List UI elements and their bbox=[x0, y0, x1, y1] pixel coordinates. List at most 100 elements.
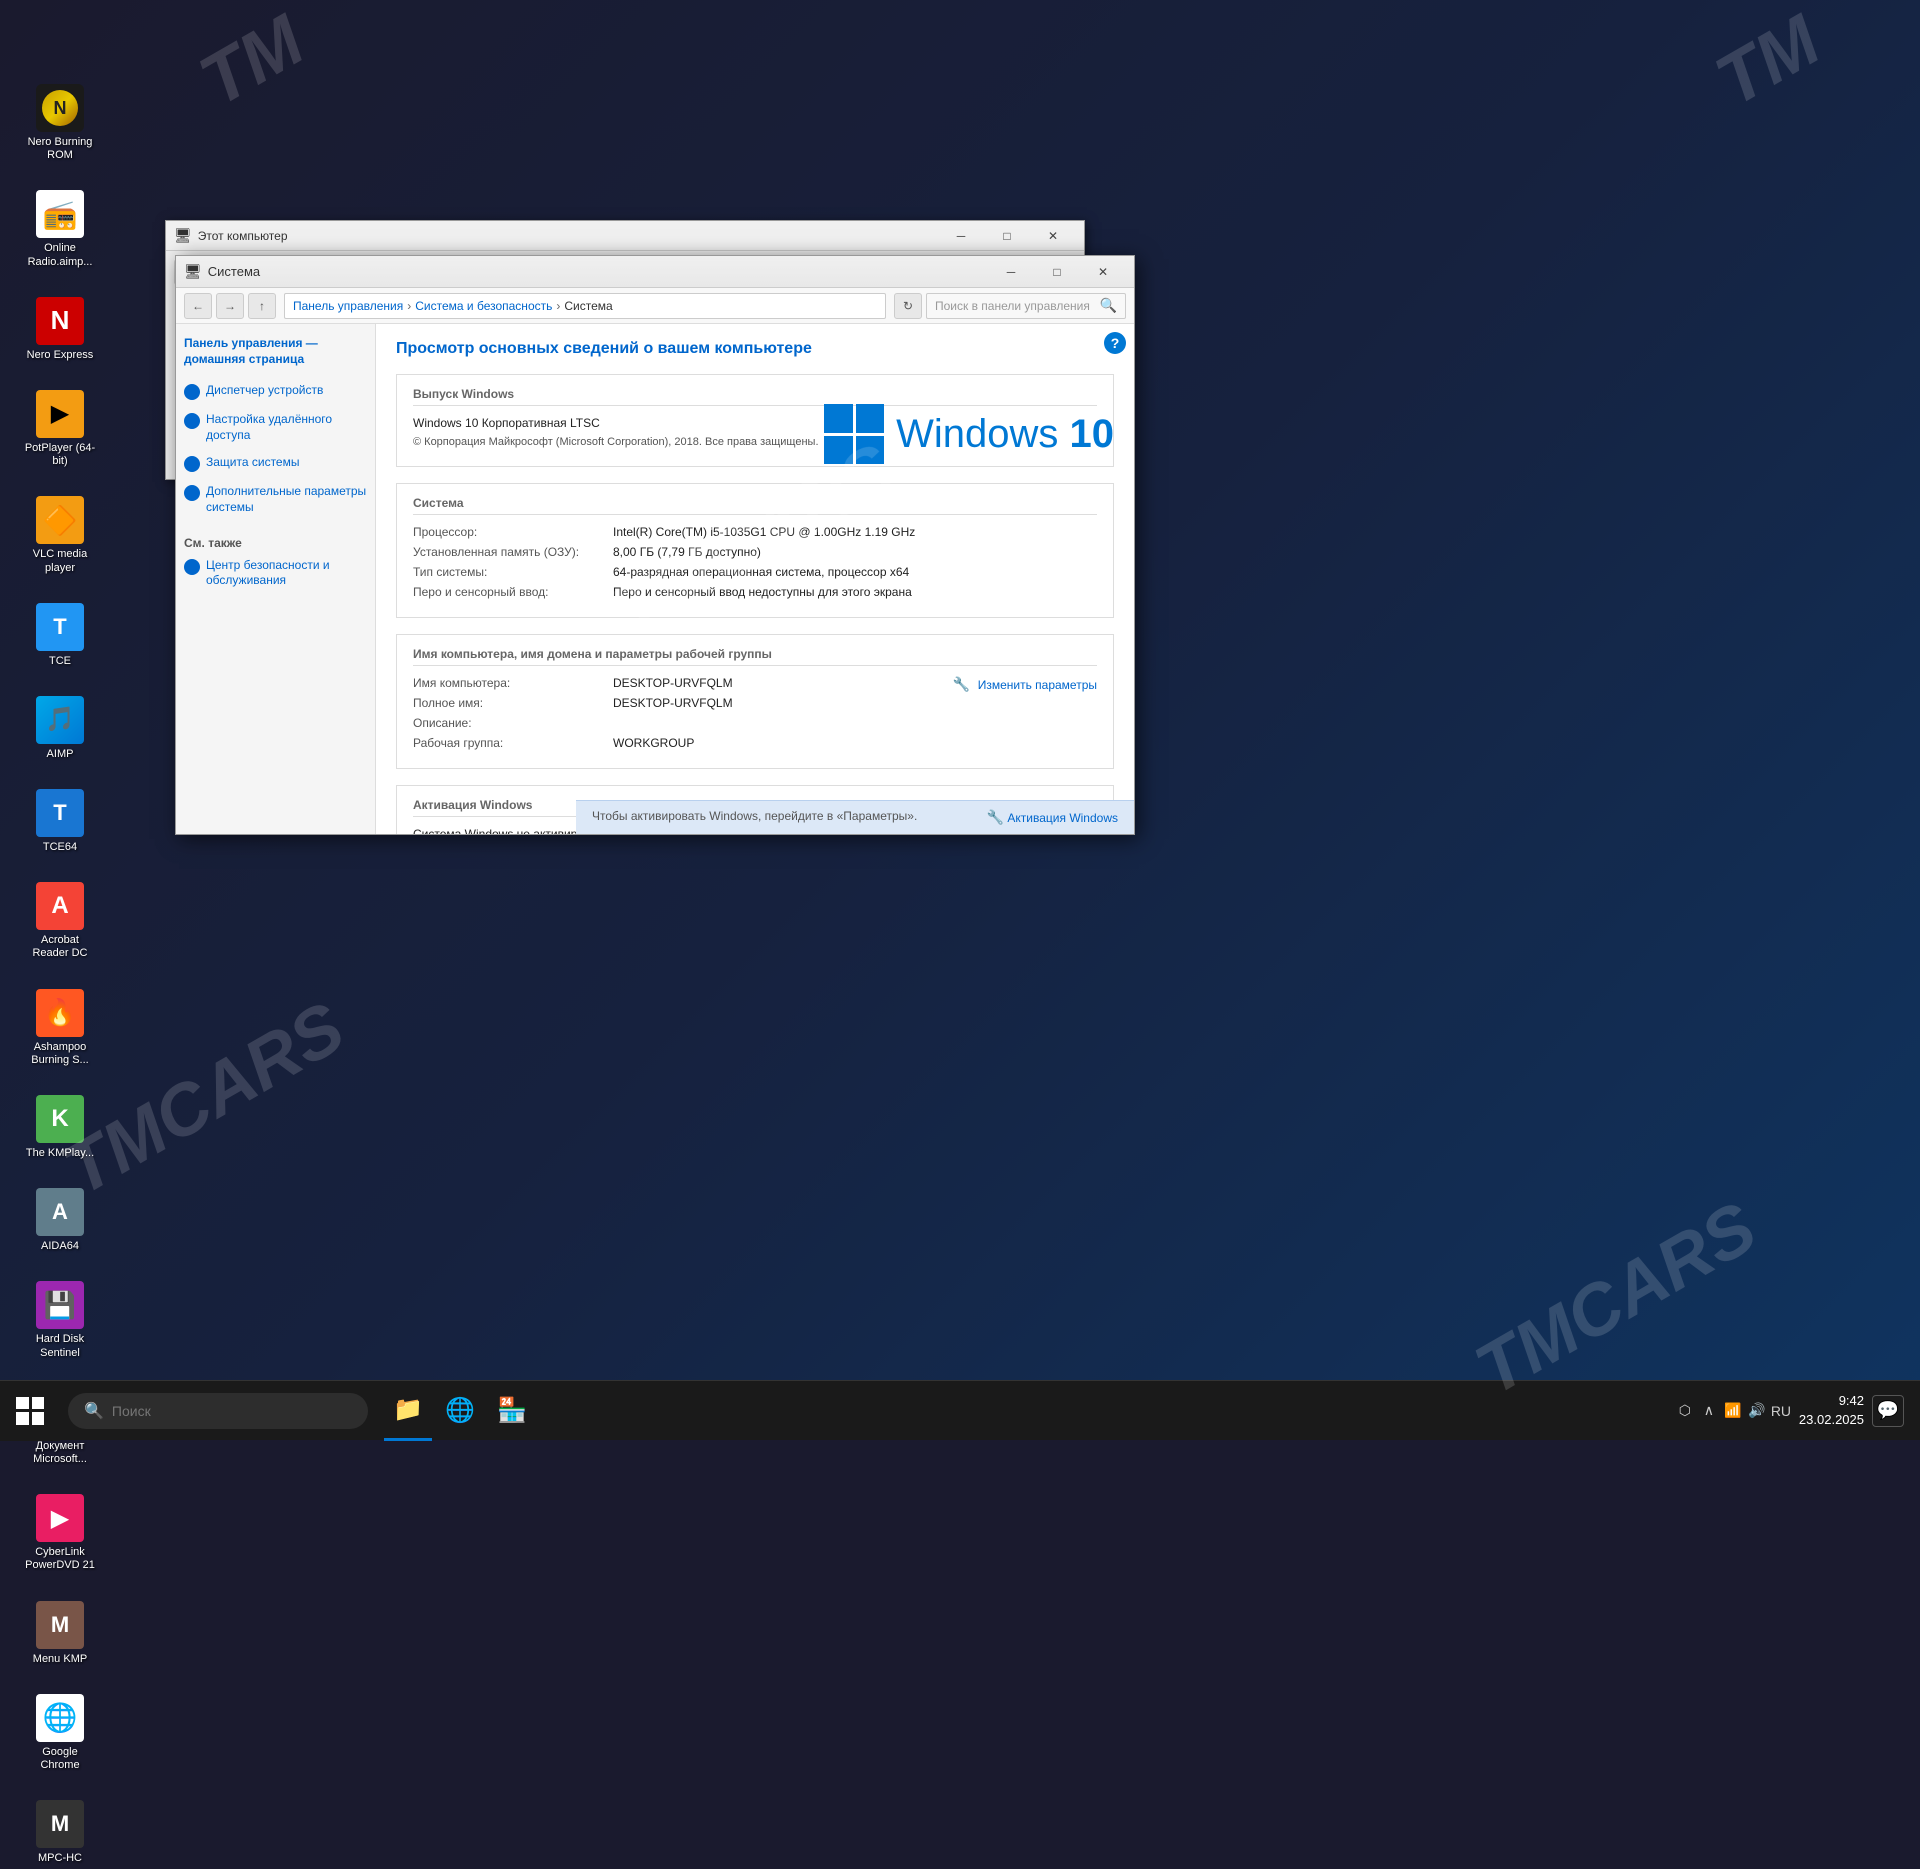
breadcrumb-sep-1: › bbox=[407, 299, 411, 313]
tray-keyboard-icon[interactable]: RU bbox=[1771, 1401, 1791, 1421]
system-tray: ⬡ ∧ 📶 🔊 RU bbox=[1675, 1401, 1791, 1421]
desktop-icon-vlc[interactable]: 🔶 VLC media player bbox=[20, 492, 100, 578]
sidebar-home-label: Панель управления — домашняя страница bbox=[184, 336, 367, 367]
description-value bbox=[613, 716, 1097, 730]
explorer-minimize[interactable]: ─ bbox=[938, 221, 984, 251]
tray-volume-icon[interactable]: 🔊 bbox=[1747, 1401, 1767, 1421]
explorer-close[interactable]: ✕ bbox=[1030, 221, 1076, 251]
system-sidebar: Панель управления — домашняя страница Ди… bbox=[176, 324, 376, 834]
windows-edition-group: Выпуск Windows Windows 10 bbox=[396, 374, 1114, 467]
watermark-1: TM bbox=[186, 0, 317, 122]
desktop-icon-cyberlink[interactable]: ▶ CyberLink PowerDVD 21 bbox=[20, 1490, 100, 1576]
tray-chevron-icon[interactable]: ∧ bbox=[1699, 1401, 1719, 1421]
win-logo-q4 bbox=[856, 436, 885, 465]
desktop-icon-chrome[interactable]: 🌐 Google Chrome bbox=[20, 1690, 100, 1776]
system-controls: ─ □ ✕ bbox=[988, 257, 1126, 287]
start-icon-q2 bbox=[32, 1397, 45, 1410]
windows-logo-icon bbox=[824, 404, 884, 464]
taskbar-search-input[interactable] bbox=[112, 1403, 352, 1419]
sidebar-item-advanced-params[interactable]: Дополнительные параметры системы bbox=[184, 484, 367, 515]
system-toolbar: ← → ↑ Панель управления › Система и безо… bbox=[176, 288, 1134, 324]
ram-value: 8,00 ГБ (7,79 ГБ доступно) bbox=[613, 545, 1097, 559]
system-title: Система bbox=[208, 264, 260, 279]
desktop-icon-label-word: Документ Microsoft... bbox=[24, 1440, 96, 1466]
desktop-icon-label-ashampoo: Ashampoo Burning S... bbox=[24, 1041, 96, 1067]
desktop-icon-aida64[interactable]: A AIDA64 bbox=[20, 1184, 100, 1257]
sidebar-item-label-1: Диспетчер устройств bbox=[206, 383, 323, 399]
watermark-4: TMCARS bbox=[1462, 1187, 1770, 1412]
desktop-icon-tce64[interactable]: T TCE64 bbox=[20, 785, 100, 858]
breadcrumb-part-2: Система и безопасность bbox=[415, 299, 552, 313]
desktop-icon-label-kmplayer: The KMPlay... bbox=[26, 1147, 94, 1160]
system-titlebar: 🖥 Система ─ □ ✕ bbox=[176, 256, 1134, 288]
workgroup-value: WORKGROUP bbox=[613, 736, 1097, 750]
sidebar-bullet-1 bbox=[184, 384, 200, 400]
activate-windows-button[interactable]: 🔧 Активация Windows bbox=[987, 809, 1118, 826]
start-button[interactable] bbox=[0, 1381, 60, 1441]
desktop-icon-mpc[interactable]: M MPC-HC bbox=[20, 1796, 100, 1869]
change-params-button[interactable]: 🔧 Изменить параметры bbox=[953, 676, 1097, 693]
full-name-value: DESKTOP-URVFQLM bbox=[613, 696, 1097, 710]
start-icon-q3 bbox=[16, 1412, 29, 1425]
system-up[interactable]: ↑ bbox=[248, 293, 276, 319]
explorer-maximize[interactable]: □ bbox=[984, 221, 1030, 251]
desktop-icon-nero-express[interactable]: N Nero Express bbox=[20, 293, 100, 366]
taskbar-explorer-icon: 📁 bbox=[393, 1395, 423, 1424]
windows-logo-text: Windows 10 bbox=[896, 412, 1114, 457]
description-label: Описание: bbox=[413, 716, 613, 730]
sidebar-item-remote-access[interactable]: Настройка удалённого доступа bbox=[184, 412, 367, 443]
desktop-icon-menu-kmp[interactable]: M Menu KMP bbox=[20, 1597, 100, 1670]
taskbar-browser-icon: 🌐 bbox=[445, 1396, 475, 1425]
system-back[interactable]: ← bbox=[184, 293, 212, 319]
explorer-title: Этот компьютер bbox=[198, 229, 288, 243]
taskbar-search-icon: 🔍 bbox=[84, 1401, 104, 1421]
taskbar-app-browser[interactable]: 🌐 bbox=[436, 1381, 484, 1441]
breadcrumb-refresh[interactable]: ↻ bbox=[894, 293, 922, 319]
system-search[interactable]: Поиск в панели управления 🔍 bbox=[926, 293, 1126, 319]
computer-info-group: Имя компьютера, имя домена и параметры р… bbox=[396, 634, 1114, 769]
tray-bluetooth-icon[interactable]: ⬡ bbox=[1675, 1401, 1695, 1421]
processor-row: Процессор: Intel(R) Core(TM) i5-1035G1 C… bbox=[413, 525, 1097, 539]
sidebar-item-system-protection[interactable]: Защита системы bbox=[184, 455, 367, 472]
sidebar-bullet-2 bbox=[184, 413, 200, 429]
desktop-icon-label-menu-kmp: Menu KMP bbox=[33, 1653, 87, 1666]
desktop-icon-acrobat[interactable]: A Acrobat Reader DC bbox=[20, 878, 100, 964]
taskbar-search[interactable]: 🔍 bbox=[68, 1393, 368, 1429]
desktop-icon-potplayer[interactable]: ▶ PotPlayer (64-bit) bbox=[20, 386, 100, 472]
desktop-icon-nero-burning-rom[interactable]: N Nero Burning ROM bbox=[20, 80, 100, 166]
breadcrumb-part-1: Панель управления bbox=[293, 299, 403, 313]
desktop-icon-label-aida64: AIDA64 bbox=[41, 1240, 79, 1253]
desktop-icon-label-tce: TCE bbox=[49, 655, 71, 668]
sidebar-item-device-manager[interactable]: Диспетчер устройств bbox=[184, 383, 367, 400]
desktop-icon-tce[interactable]: T TCE bbox=[20, 599, 100, 672]
taskbar-app-explorer[interactable]: 📁 bbox=[384, 1381, 432, 1441]
clock-date: 23.02.2025 bbox=[1799, 1411, 1864, 1429]
sidebar-item-label-4: Дополнительные параметры системы bbox=[206, 484, 367, 515]
desktop-icon-online-radio[interactable]: 📻 Online Radio.aimp... bbox=[20, 186, 100, 272]
taskbar-app-store[interactable]: 🏪 bbox=[488, 1381, 536, 1441]
system-type-value: 64-разрядная операционная система, проце… bbox=[613, 565, 1097, 579]
breadcrumb[interactable]: Панель управления › Система и безопаснос… bbox=[284, 293, 886, 319]
system-forward[interactable]: → bbox=[216, 293, 244, 319]
system-close[interactable]: ✕ bbox=[1080, 257, 1126, 287]
system-search-placeholder: Поиск в панели управления bbox=[935, 299, 1090, 313]
workgroup-label: Рабочая группа: bbox=[413, 736, 613, 750]
activate-text: Активация Windows bbox=[1007, 811, 1118, 825]
ram-label: Установленная память (ОЗУ): bbox=[413, 545, 613, 559]
clock-time: 9:42 bbox=[1799, 1392, 1864, 1410]
sidebar-item-security-center[interactable]: Центр безопасности и обслуживания bbox=[184, 558, 367, 589]
computer-info-label: Имя компьютера, имя домена и параметры р… bbox=[413, 647, 1097, 666]
notification-button[interactable]: 💬 bbox=[1872, 1395, 1904, 1427]
tray-network-icon[interactable]: 📶 bbox=[1723, 1401, 1743, 1421]
help-button[interactable]: ? bbox=[1104, 332, 1126, 354]
desktop-icon-aimp[interactable]: 🎵 AIMP bbox=[20, 692, 100, 765]
desktop-icon-ashampoo[interactable]: 🔥 Ashampoo Burning S... bbox=[20, 985, 100, 1071]
description-row: Описание: bbox=[413, 716, 1097, 730]
desktop-icon-hds[interactable]: 💾 Hard Disk Sentinel bbox=[20, 1277, 100, 1363]
system-maximize[interactable]: □ bbox=[1034, 257, 1080, 287]
sidebar-also-label: См. также bbox=[184, 536, 367, 550]
system-minimize[interactable]: ─ bbox=[988, 257, 1034, 287]
system-type-label: Тип системы: bbox=[413, 565, 613, 579]
desktop-icon-kmplayer[interactable]: K The KMPlay... bbox=[20, 1091, 100, 1164]
taskbar-clock[interactable]: 9:42 23.02.2025 bbox=[1799, 1392, 1864, 1428]
